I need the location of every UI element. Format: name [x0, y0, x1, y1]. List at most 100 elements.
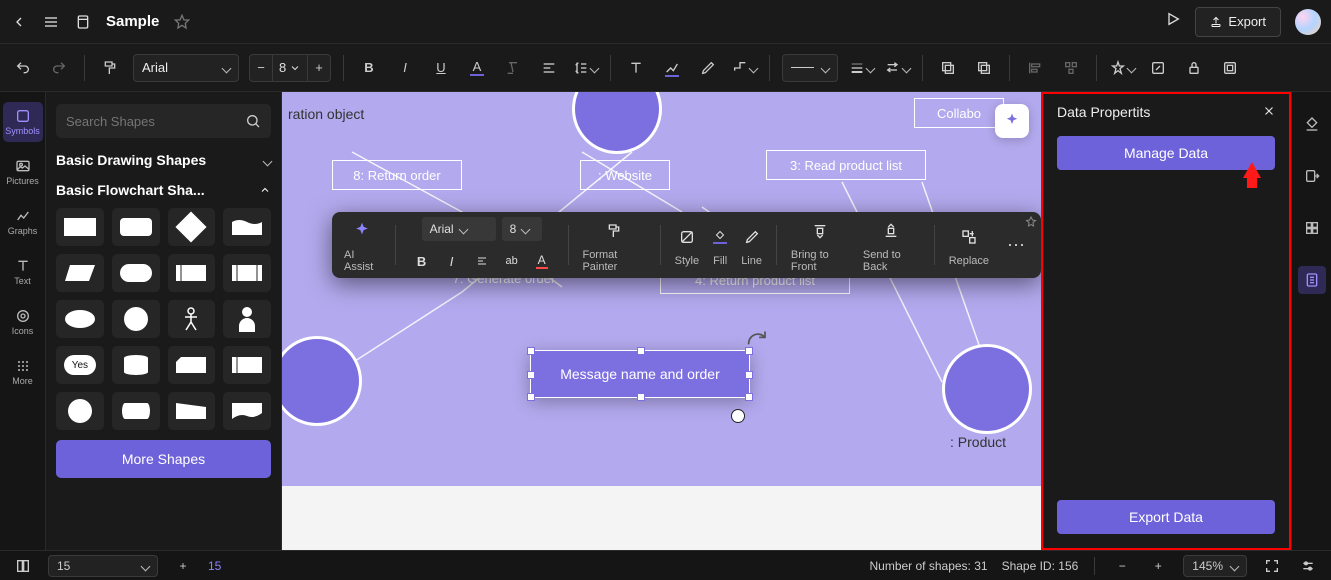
align-objects-button[interactable]: [1022, 55, 1048, 81]
rail-more[interactable]: More: [3, 352, 43, 392]
container-button[interactable]: [1217, 55, 1243, 81]
shape-rect[interactable]: [56, 208, 104, 246]
insert-text-button[interactable]: [623, 55, 649, 81]
highlight-button[interactable]: [659, 55, 685, 81]
canvas-circle-3[interactable]: [942, 344, 1032, 434]
handle-n[interactable]: [637, 347, 645, 355]
shape-predefined2[interactable]: [223, 254, 271, 292]
star-icon[interactable]: [173, 13, 191, 31]
export-data-button[interactable]: Export Data: [1057, 500, 1275, 534]
sb-settings-toggle-icon[interactable]: [1297, 555, 1319, 577]
sb-add-page-button[interactable]: +: [172, 555, 194, 577]
rr-export-icon[interactable]: [1298, 162, 1326, 190]
pen-button[interactable]: [695, 55, 721, 81]
handle-w[interactable]: [527, 371, 535, 379]
canvas-box-return-order[interactable]: 8: Return order: [332, 160, 462, 190]
fb-bring-front[interactable]: Bring to Front: [791, 217, 849, 273]
section-basic-drawing[interactable]: Basic Drawing Shapes: [56, 152, 271, 168]
rr-data-icon[interactable]: [1298, 266, 1326, 294]
canvas[interactable]: ration object Collabo 8: Return order : …: [282, 92, 1041, 550]
sb-page-select[interactable]: 15: [48, 555, 158, 577]
sb-zoom-select[interactable]: 145%: [1183, 555, 1247, 577]
rail-icons[interactable]: Icons: [3, 302, 43, 342]
handle-sw[interactable]: [527, 393, 535, 401]
italic-button[interactable]: I: [392, 55, 418, 81]
fb-line[interactable]: Line: [741, 223, 762, 267]
fb-size-select[interactable]: 8: [502, 217, 542, 241]
shape-cylinder-h[interactable]: [112, 392, 160, 430]
section-basic-flowchart[interactable]: Basic Flowchart Sha...: [56, 182, 271, 198]
document-title[interactable]: Sample: [106, 13, 159, 30]
line-spacing-button[interactable]: [572, 55, 598, 81]
font-size-increase[interactable]: +: [307, 54, 331, 82]
document-icon[interactable]: [74, 13, 92, 31]
fb-font-select[interactable]: Arial: [422, 217, 496, 241]
shape-display[interactable]: [223, 392, 271, 430]
export-button[interactable]: Export: [1195, 7, 1281, 37]
shape-yes[interactable]: Yes: [56, 346, 104, 384]
rail-symbols[interactable]: Symbols: [3, 102, 43, 142]
rail-graphs[interactable]: Graphs: [3, 202, 43, 242]
shape-stored[interactable]: [223, 346, 271, 384]
edit-button[interactable]: [1145, 55, 1171, 81]
shape-cylinder[interactable]: [112, 346, 160, 384]
more-shapes-button[interactable]: More Shapes: [56, 440, 271, 478]
fb-align[interactable]: [470, 249, 494, 273]
shape-person[interactable]: [223, 300, 271, 338]
font-size-decrease[interactable]: −: [249, 54, 273, 82]
fb-replace[interactable]: Replace: [949, 223, 989, 267]
shape-roundrect[interactable]: [112, 208, 160, 246]
shape-circle[interactable]: [112, 300, 160, 338]
font-color-button[interactable]: A: [464, 55, 490, 81]
rail-text[interactable]: Text: [3, 252, 43, 292]
fb-more-icon[interactable]: ⋯: [1003, 235, 1029, 256]
fb-textcase[interactable]: ab: [500, 249, 524, 273]
font-family-select[interactable]: Arial: [133, 54, 239, 82]
shape-wave[interactable]: [223, 208, 271, 246]
search-input[interactable]: [66, 114, 245, 129]
fb-fontcolor[interactable]: A: [530, 249, 554, 273]
underline-button[interactable]: U: [428, 55, 454, 81]
avatar[interactable]: [1295, 9, 1321, 35]
play-button[interactable]: [1165, 11, 1181, 32]
fb-italic[interactable]: I: [440, 249, 464, 273]
floating-toolbar[interactable]: AI Assist Arial 8 B I ab A Forma: [332, 212, 1041, 278]
arrow-style-button[interactable]: [884, 55, 910, 81]
undo-button[interactable]: [10, 55, 36, 81]
distribute-button[interactable]: [1058, 55, 1084, 81]
connector-button[interactable]: [731, 55, 757, 81]
handle-nw[interactable]: [527, 347, 535, 355]
shape-parallelogram[interactable]: [56, 254, 104, 292]
menu-icon[interactable]: [42, 13, 60, 31]
shape-stadium[interactable]: [112, 254, 160, 292]
rr-fill-icon[interactable]: [1298, 110, 1326, 138]
pin-icon[interactable]: [1025, 216, 1037, 228]
sb-page-layout-icon[interactable]: [12, 555, 34, 577]
selected-shape[interactable]: Message name and order ▲: [530, 350, 750, 398]
rail-pictures[interactable]: Pictures: [3, 152, 43, 192]
clear-format-button[interactable]: [500, 55, 526, 81]
fb-style[interactable]: Style: [675, 223, 699, 267]
canvas-box-collab-right[interactable]: Collabo: [914, 98, 1004, 128]
handle-se[interactable]: [745, 393, 753, 401]
fb-send-back[interactable]: Send to Back: [863, 217, 920, 273]
shape-predefined[interactable]: [168, 254, 216, 292]
sb-zoom-out[interactable]: −: [1111, 555, 1133, 577]
align-button[interactable]: [536, 55, 562, 81]
ai-badge[interactable]: [995, 104, 1029, 138]
shape-diamond[interactable]: [168, 208, 216, 246]
layer-back-button[interactable]: [971, 55, 997, 81]
shape-card[interactable]: [168, 346, 216, 384]
back-button[interactable]: [10, 13, 28, 31]
redo-button[interactable]: [46, 55, 72, 81]
format-painter-icon[interactable]: [97, 55, 123, 81]
search-shapes-wrap[interactable]: [56, 104, 271, 138]
shape-actor[interactable]: [168, 300, 216, 338]
sb-fullscreen-icon[interactable]: [1261, 555, 1283, 577]
fb-bold[interactable]: B: [410, 249, 434, 273]
fb-fill[interactable]: Fill: [713, 223, 727, 267]
rr-grid-icon[interactable]: [1298, 214, 1326, 242]
bold-button[interactable]: B: [356, 55, 382, 81]
shape-circle2[interactable]: [56, 392, 104, 430]
sb-zoom-in[interactable]: +: [1147, 555, 1169, 577]
